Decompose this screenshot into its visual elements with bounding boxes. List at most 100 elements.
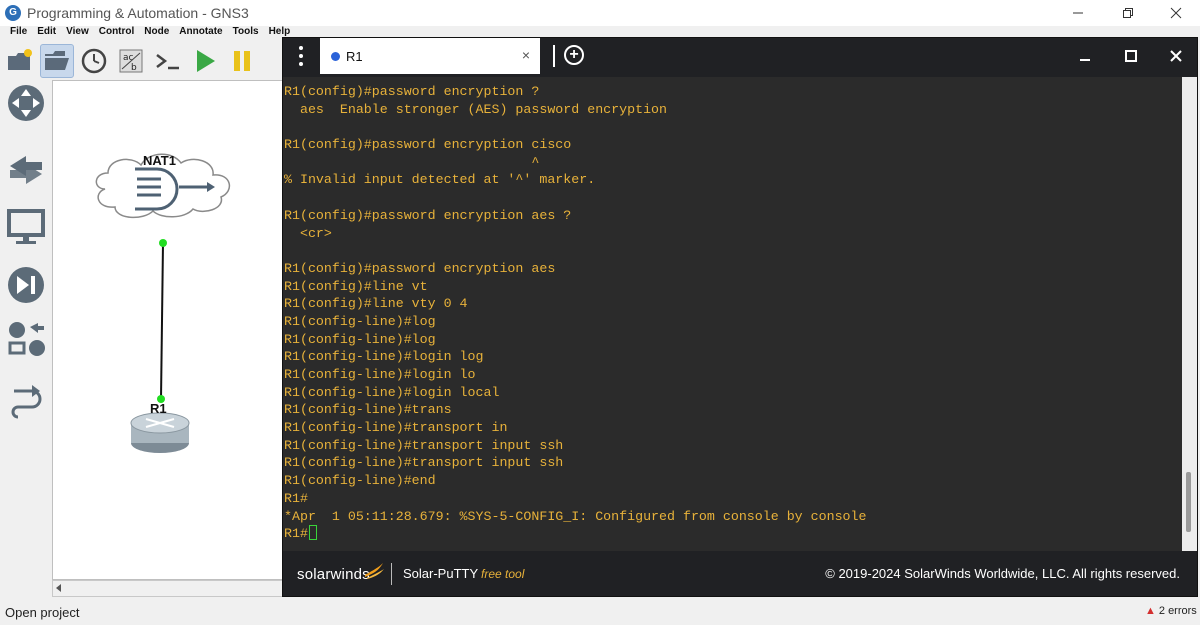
terminal-line: R1(config-line)#end — [284, 473, 436, 489]
topology-canvas[interactable]: NAT1 R1 — [52, 80, 284, 580]
warning-icon: ▲ — [1145, 605, 1156, 617]
maximize-icon — [1125, 50, 1137, 62]
menu-annotate[interactable]: Annotate — [179, 26, 222, 42]
terminal-line: R1(config-line)#transport input ssh — [284, 437, 564, 453]
browse-all-devices-button[interactable] — [5, 82, 47, 124]
terminal-scrollbar[interactable] — [1182, 77, 1197, 551]
putty-close-button[interactable] — [1161, 44, 1191, 68]
gns3-logo-icon: G — [5, 5, 21, 21]
putty-minimize-button[interactable] — [1070, 44, 1100, 68]
terminal-line: R1(config)#password encryption ? — [284, 84, 540, 99]
terminal-prompt-line[interactable]: R1# — [284, 525, 1182, 543]
terminal-line: ^ — [284, 154, 540, 170]
new-folder-icon — [8, 49, 32, 70]
footer-separator — [391, 563, 392, 585]
status-text: Open project — [5, 605, 80, 620]
solarwinds-logo-text: solarwinds — [297, 566, 370, 583]
terminal-line: R1(config)#password encryption aes ? — [284, 207, 572, 223]
svg-text:b: b — [131, 63, 137, 73]
snapshot-button[interactable] — [77, 44, 111, 78]
minimize-icon — [1080, 59, 1090, 61]
session-status-dot — [331, 51, 340, 61]
node-label-r1[interactable]: R1 — [150, 401, 167, 416]
putty-footer: solarwinds Solar-PuTTY free tool © 2019-… — [283, 551, 1197, 596]
device-grid-icon — [8, 322, 45, 356]
session-tab-r1[interactable]: R1 × — [320, 38, 540, 74]
terminal-line: R1(config)#line vty 0 4 — [284, 296, 468, 312]
copyright-text: © 2019-2024 SolarWinds Worldwide, LLC. A… — [825, 566, 1180, 581]
new-session-icon[interactable]: + — [564, 45, 584, 65]
minimize-icon — [1073, 12, 1083, 14]
start-all-button[interactable] — [188, 44, 222, 78]
solar-putty-window: R1 × + R1(config)#password encryption ? … — [282, 37, 1198, 597]
solarwinds-flame-icon — [365, 563, 384, 579]
menu-file[interactable]: File — [10, 26, 27, 42]
free-tool-label: free tool — [481, 567, 525, 581]
security-devices-button[interactable] — [5, 264, 47, 306]
window-title: Programming & Automation - GNS3 — [27, 5, 249, 21]
open-folder-icon — [45, 51, 69, 70]
console-all-button[interactable] — [151, 44, 185, 78]
monitor-icon — [7, 209, 45, 244]
terminal-line: R1(config)#password encryption cisco — [284, 137, 572, 153]
putty-tab-bar: R1 × + — [283, 38, 1197, 74]
move-arrows-icon — [8, 85, 44, 121]
all-device-types-button[interactable] — [5, 318, 47, 360]
node-label-nat1[interactable]: NAT1 — [143, 153, 176, 168]
open-project-button[interactable] — [40, 44, 74, 78]
link-status-dot — [159, 239, 167, 247]
menu-edit[interactable]: Edit — [37, 26, 56, 42]
svg-text:ac: ac — [123, 53, 134, 63]
end-devices-button[interactable] — [5, 206, 47, 248]
errors-count: 2 errors — [1158, 605, 1197, 617]
menu-control[interactable]: Control — [99, 26, 135, 42]
terminal-line: R1(config-line)#login log — [284, 349, 484, 365]
terminal-prompt: R1# — [284, 526, 308, 542]
close-icon — [1170, 7, 1182, 19]
skip-forward-icon — [8, 267, 44, 303]
menu-view[interactable]: View — [66, 26, 89, 42]
switches-button[interactable] — [5, 149, 47, 191]
main-toolbar: ac b — [0, 42, 290, 80]
canvas-horizontal-scrollbar[interactable] — [52, 580, 284, 597]
suspend-all-button[interactable] — [225, 44, 259, 78]
add-link-button[interactable] — [5, 378, 47, 420]
terminal-line: R1(config-line)#transport in — [284, 420, 508, 436]
errors-badge[interactable]: ▲ 2 errors — [1145, 605, 1197, 617]
terminal-line: R1(config-line)#trans — [284, 402, 452, 418]
restore-button[interactable] — [1105, 0, 1151, 26]
tab-separator — [553, 45, 555, 67]
terminal-line: aes Enable stronger (AES) password encry… — [284, 101, 668, 117]
restore-icon — [1123, 8, 1133, 18]
terminal-icon — [156, 54, 179, 70]
close-tab-icon[interactable]: × — [522, 47, 530, 63]
cable-icon — [11, 385, 42, 419]
terminal-line: R1(config-line)#login local — [284, 384, 500, 400]
menu-node[interactable]: Node — [144, 26, 169, 42]
switch-arrows-icon — [10, 156, 42, 184]
putty-maximize-button[interactable] — [1116, 44, 1146, 68]
terminal-cursor — [308, 525, 317, 541]
clock-icon — [81, 48, 107, 74]
menu-tools[interactable]: Tools — [233, 26, 259, 42]
show-interface-labels-button[interactable]: ac b — [114, 44, 148, 78]
terminal-line: R1(config-line)#transport input ssh — [284, 455, 564, 471]
terminal-scroll-thumb[interactable] — [1186, 472, 1191, 532]
menu-dots-icon[interactable] — [293, 46, 309, 66]
terminal-output[interactable]: R1(config)#password encryption ? aes Ena… — [283, 77, 1182, 551]
close-icon — [1170, 50, 1182, 62]
terminal-line: R1(config)#password encryption aes — [284, 260, 556, 276]
product-name: Solar-PuTTY — [403, 566, 479, 581]
terminal-line: R1(config-line)#log — [284, 331, 436, 347]
play-icon — [197, 50, 215, 72]
interface-labels-icon: acb — [119, 49, 143, 73]
scroll-left-icon — [56, 584, 61, 592]
terminal-line: R1(config-line)#login lo — [284, 367, 476, 382]
close-button[interactable] — [1153, 0, 1199, 26]
router-icon — [130, 412, 190, 453]
new-project-button[interactable] — [3, 44, 37, 78]
minimize-button[interactable] — [1055, 0, 1101, 26]
gns3-titlebar: G Programming & Automation - GNS3 — [0, 0, 1200, 26]
